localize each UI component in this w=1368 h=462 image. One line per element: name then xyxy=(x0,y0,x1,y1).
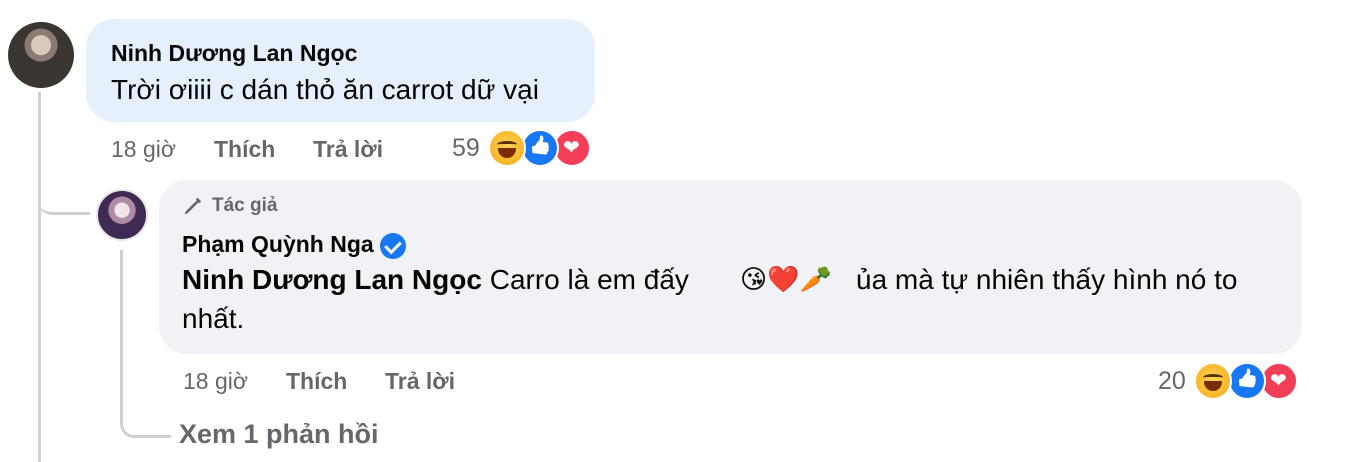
pencil-icon xyxy=(184,197,202,215)
reply-text-line2: nhất. xyxy=(182,303,245,334)
reaction-count[interactable]: 59 xyxy=(452,134,480,163)
avatar[interactable] xyxy=(8,22,74,88)
thread-line xyxy=(38,92,41,462)
reply-thread-connector xyxy=(120,405,171,438)
reaction-count[interactable]: 20 xyxy=(1158,367,1186,396)
haha-reaction-icon[interactable] xyxy=(488,129,526,167)
reply-author[interactable]: Phạm Quỳnh Nga xyxy=(182,231,406,259)
haha-reaction-icon[interactable] xyxy=(1194,362,1232,400)
reply-button[interactable]: Trả lời xyxy=(385,368,455,395)
like-reaction-icon[interactable] xyxy=(1228,362,1266,400)
reply-emojis: 😘❤️🥕 xyxy=(740,265,832,295)
mention-link[interactable]: Ninh Dương Lan Ngọc xyxy=(182,264,482,295)
like-reaction-icon[interactable] xyxy=(521,129,559,167)
author-badge-label: Tác giả xyxy=(212,195,278,216)
reply-thread-line xyxy=(120,250,123,410)
like-button[interactable]: Thích xyxy=(214,136,275,163)
reply-button[interactable]: Trả lời xyxy=(313,136,383,163)
verified-badge-icon xyxy=(379,232,406,259)
view-more-replies-link[interactable]: Xem 1 phản hồi xyxy=(179,419,379,450)
comment-author[interactable]: Ninh Dương Lan Ngọc xyxy=(111,40,357,67)
avatar[interactable] xyxy=(96,189,148,241)
reply-author-name[interactable]: Phạm Quỳnh Nga xyxy=(182,231,374,257)
reply-text-continued: ủa mà tự nhiên thấy hình nó to xyxy=(856,264,1238,295)
reply-text: Carro là em đấy xyxy=(489,264,689,295)
thread-connector xyxy=(38,180,90,215)
like-button[interactable]: Thích xyxy=(286,368,347,395)
comment-time[interactable]: 18 giờ xyxy=(111,136,176,163)
comment-text: Trời ơiiii c dán thỏ ăn carrot dữ vại xyxy=(111,74,539,105)
reply-text-line1: Ninh Dương Lan Ngọc Carro là em đấy xyxy=(182,262,689,298)
author-badge: Tác giả xyxy=(182,195,277,217)
reply-time[interactable]: 18 giờ xyxy=(183,368,248,395)
